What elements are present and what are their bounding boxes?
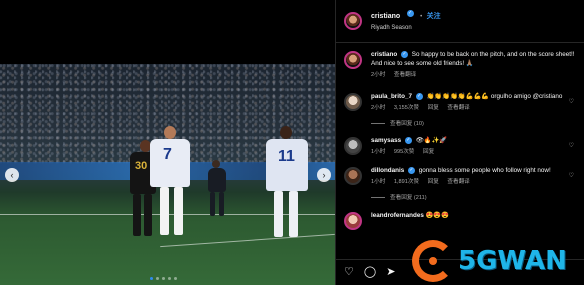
header-text: cristiano ✓ • 关注 Riyadh Season <box>371 8 441 34</box>
view-replies-label: 查看回复 (10) <box>390 121 424 127</box>
username-link[interactable]: cristiano <box>371 51 397 58</box>
comment-meta: 1小时 995次赞 回复 <box>371 148 576 157</box>
reply-link[interactable]: 回复 <box>428 105 439 111</box>
carousel-dot <box>156 277 159 280</box>
chevron-left-icon: ‹ <box>10 170 14 180</box>
list-item: dillondanis ✓ gonna bless some people wh… <box>344 166 576 187</box>
comment-body: cristiano ✓ So happy to be back on the p… <box>371 50 576 80</box>
post-media: 30 7 11 ‹ › <box>0 0 335 285</box>
chevron-right-icon: › <box>322 170 326 180</box>
carousel-dot <box>168 277 171 280</box>
view-replies-label: 查看回复 (211) <box>390 195 427 201</box>
view-replies-link[interactable]: 查看回复 (10) <box>371 119 576 127</box>
comment-body: dillondanis ✓ gonna bless some people wh… <box>371 166 576 187</box>
comment-time: 2小时 <box>371 72 386 78</box>
username-link[interactable]: dillondanis <box>371 167 404 174</box>
comment-meta: 2小时 3,155次赞 回复 查看翻译 <box>371 104 576 113</box>
comment-time: 2小时 <box>371 105 386 111</box>
like-heart-icon[interactable]: ♡ <box>344 267 354 278</box>
like-comment-heart-icon[interactable]: ♡ <box>569 142 574 149</box>
jersey-number: 7 <box>163 146 172 163</box>
list-item: samysass ✓ 👁🔥✨🚀 1小时 995次赞 回复 ♡ <box>344 136 576 157</box>
separator: • <box>420 14 423 20</box>
comment-time: 1小时 <box>371 179 386 185</box>
pitch-line <box>160 233 335 248</box>
translate-link[interactable]: 查看翻译 <box>447 105 469 111</box>
translate-link[interactable]: 查看翻译 <box>447 179 469 185</box>
previous-image-button[interactable]: ‹ <box>5 168 19 182</box>
comment-meta: 1小时 1,891次赞 回复 查看翻译 <box>371 178 576 187</box>
verified-badge-icon: ✓ <box>404 136 412 144</box>
caption: cristiano ✓ So happy to be back on the p… <box>344 50 576 80</box>
avatar[interactable] <box>344 12 362 30</box>
reply-link[interactable]: 回复 <box>423 149 434 155</box>
like-comment-heart-icon[interactable]: ♡ <box>569 172 574 179</box>
divider <box>371 196 385 198</box>
next-image-button[interactable]: › <box>317 168 331 182</box>
carousel-dot <box>174 277 177 280</box>
comment-likes: 1,891次赞 <box>393 179 420 185</box>
list-item: paula_brito_7 ✓ 👏👏👏👏👏💪💪💪 orgulho amigo @… <box>344 92 576 113</box>
comment-body: samysass ✓ 👁🔥✨🚀 1小时 995次赞 回复 <box>371 136 576 157</box>
verified-badge-icon: ✓ <box>406 10 414 18</box>
comment-time: 1小时 <box>371 149 386 155</box>
follow-button[interactable]: 关注 <box>427 13 441 20</box>
carousel-dot <box>162 277 165 280</box>
avatar[interactable] <box>344 51 362 69</box>
comment-body: leandrofernandes 😍😍😍 <box>371 211 576 220</box>
share-send-icon[interactable]: ➤ <box>386 267 395 278</box>
post-actions-bar: ♡ ◯ ➤ <box>336 259 584 285</box>
username-link[interactable]: paula_brito_7 <box>371 93 412 100</box>
carousel-dot <box>150 277 153 280</box>
comment-text: 😍😍😍 <box>425 212 450 219</box>
carousel-indicator <box>150 277 177 280</box>
location-link[interactable]: Riyadh Season <box>371 23 441 34</box>
post-side-panel: cristiano ✓ • 关注 Riyadh Season cristiano… <box>335 0 584 285</box>
username-link[interactable]: cristiano <box>371 13 400 20</box>
post-header: cristiano ✓ • 关注 Riyadh Season <box>336 0 584 43</box>
verified-badge-icon: ✓ <box>407 166 415 174</box>
avatar[interactable] <box>344 137 362 155</box>
reply-link[interactable]: 回复 <box>428 179 439 185</box>
divider <box>371 122 385 124</box>
avatar[interactable] <box>344 212 362 230</box>
comment-text: 👏👏👏👏👏💪💪💪 orgulho amigo @cristiano <box>426 93 563 100</box>
comment-body: paula_brito_7 ✓ 👏👏👏👏👏💪💪💪 orgulho amigo @… <box>371 92 576 113</box>
translate-link[interactable]: 查看翻译 <box>394 72 416 78</box>
like-comment-heart-icon[interactable]: ♡ <box>569 98 574 105</box>
comment-text: 👁🔥✨🚀 <box>415 137 448 144</box>
view-replies-link[interactable]: 查看回复 (211) <box>371 193 576 201</box>
jersey-number: 11 <box>278 148 295 165</box>
comment-likes: 3,155次赞 <box>393 105 420 111</box>
jersey-number: 30 <box>135 160 148 172</box>
verified-badge-icon: ✓ <box>401 50 408 58</box>
comment-likes: 995次赞 <box>393 149 415 155</box>
username-link[interactable]: leandrofernandes <box>371 212 424 219</box>
list-item: leandrofernandes 😍😍😍 <box>344 211 576 230</box>
post-photo: 30 7 11 <box>0 64 335 285</box>
comment-text: gonna bless some people who follow right… <box>418 167 551 174</box>
avatar[interactable] <box>344 93 362 111</box>
comment-meta: 2小时 查看翻译 <box>371 71 576 80</box>
verified-badge-icon: ✓ <box>415 92 423 100</box>
comments-list: cristiano ✓ So happy to be back on the p… <box>336 43 584 230</box>
comment-bubble-icon[interactable]: ◯ <box>364 267 376 278</box>
avatar[interactable] <box>344 167 362 185</box>
username-link[interactable]: samysass <box>371 137 401 144</box>
